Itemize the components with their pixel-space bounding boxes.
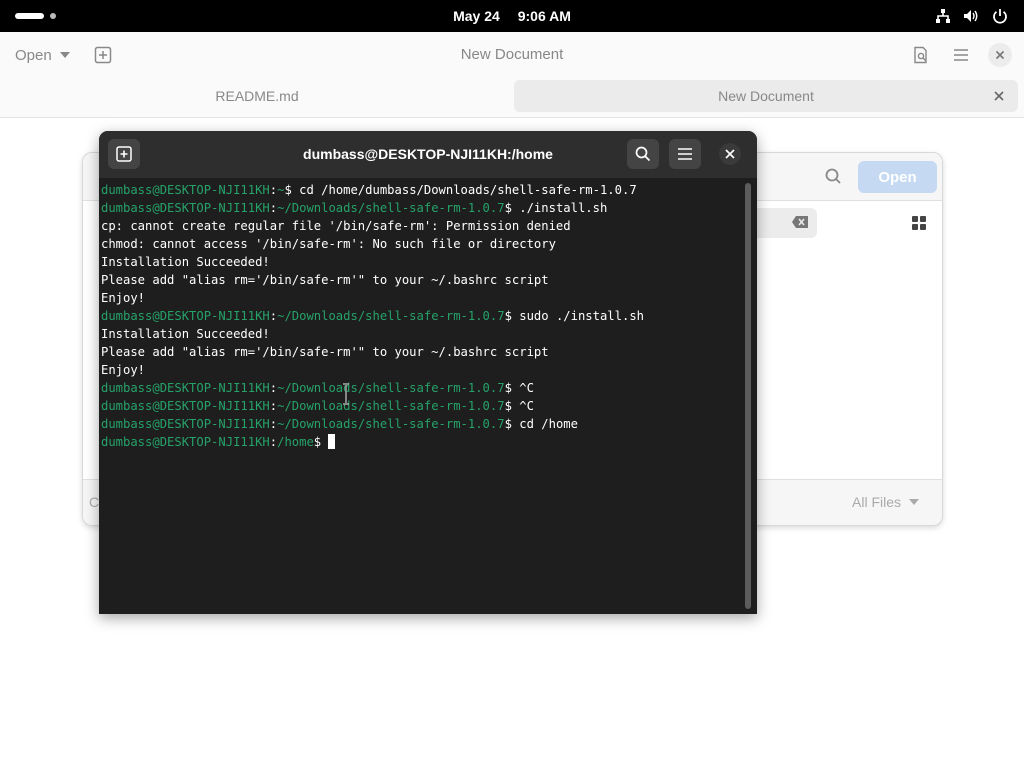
- document-title: New Document: [460, 46, 564, 63]
- search-icon[interactable]: [819, 163, 849, 191]
- prompt-user: dumbass@DESKTOP-NJI11KH: [101, 435, 270, 449]
- terminal-menu-button[interactable]: [669, 139, 701, 169]
- prompt-path: /home: [277, 435, 314, 449]
- encoding-label: C: [89, 494, 100, 510]
- editor-header-bar: Open New Document: [0, 32, 1024, 78]
- prompt-path: ~/Downloads/shell-safe-rm-1.0.7: [277, 309, 505, 323]
- command-text: $ ^C: [504, 381, 534, 395]
- terminal-line: Please add "alias rm='/bin/safe-rm'" to …: [101, 271, 741, 289]
- top-bar: May 24 9:06 AM: [0, 0, 1024, 32]
- text-cursor-ibeam-icon: [343, 383, 349, 405]
- terminal-output[interactable]: dumbass@DESKTOP-NJI11KH:~$ cd /home/dumb…: [101, 181, 741, 611]
- terminal-line: dumbass@DESKTOP-NJI11KH:~$ cd /home/dumb…: [101, 181, 741, 199]
- search-icon: [635, 146, 651, 162]
- hamburger-menu-icon[interactable]: [952, 46, 970, 64]
- network-icon[interactable]: [935, 8, 951, 24]
- close-icon[interactable]: [992, 89, 1006, 103]
- output-text: chmod: cannot access '/bin/safe-rm': No …: [101, 237, 556, 251]
- terminal-line: dumbass@DESKTOP-NJI11KH:~/Downloads/shel…: [101, 379, 741, 397]
- tab-label: README.md: [215, 88, 299, 104]
- prompt-user: dumbass@DESKTOP-NJI11KH: [101, 417, 270, 431]
- command-text: $ ^C: [504, 399, 534, 413]
- terminal-line: Enjoy!: [101, 361, 741, 379]
- document-search-icon[interactable]: [912, 46, 930, 64]
- prompt-separator: :: [269, 381, 278, 395]
- close-icon: [725, 149, 735, 159]
- prompt-separator: :: [269, 201, 278, 215]
- time-label: 9:06 AM: [517, 8, 571, 24]
- terminal-header-bar: dumbass@DESKTOP-NJI11KH:/home: [99, 131, 757, 178]
- tab-new-document[interactable]: New Document: [514, 80, 1018, 112]
- command-text: $ ./install.sh: [504, 201, 608, 215]
- file-filter-dropdown[interactable]: All Files: [852, 494, 920, 510]
- window-close-button[interactable]: [988, 43, 1012, 67]
- prompt-user: dumbass@DESKTOP-NJI11KH: [101, 201, 270, 215]
- power-icon[interactable]: [992, 8, 1008, 24]
- terminal-line: Please add "alias rm='/bin/safe-rm'" to …: [101, 343, 741, 361]
- tab-readme[interactable]: README.md: [0, 80, 514, 112]
- prompt-separator: :: [269, 183, 278, 197]
- prompt-path: ~/Downloads/shell-safe-rm-1.0.7: [277, 201, 505, 215]
- clear-entry-icon[interactable]: [791, 215, 809, 229]
- terminal-close-button[interactable]: [719, 143, 741, 165]
- terminal-line: Installation Succeeded!: [101, 253, 741, 271]
- terminal-line: dumbass@DESKTOP-NJI11KH:~/Downloads/shel…: [101, 199, 741, 217]
- command-text: $ sudo ./install.sh: [504, 309, 644, 323]
- terminal-line: dumbass@DESKTOP-NJI11KH:~/Downloads/shel…: [101, 307, 741, 325]
- prompt-user: dumbass@DESKTOP-NJI11KH: [101, 309, 270, 323]
- terminal-line: chmod: cannot access '/bin/safe-rm': No …: [101, 235, 741, 253]
- close-icon: [995, 50, 1005, 60]
- command-text: $: [313, 435, 329, 449]
- command-text: $ cd /home/dumbass/Downloads/shell-safe-…: [284, 183, 637, 197]
- output-text: Please add "alias rm='/bin/safe-rm'" to …: [101, 345, 549, 359]
- prompt-path: ~/Downloads/shell-safe-rm-1.0.7: [277, 417, 505, 431]
- tab-label: New Document: [718, 88, 814, 104]
- output-text: Installation Succeeded!: [101, 327, 270, 341]
- output-text: Enjoy!: [101, 363, 146, 377]
- terminal-scrollbar[interactable]: [745, 183, 751, 609]
- prompt-user: dumbass@DESKTOP-NJI11KH: [101, 183, 270, 197]
- prompt-path: ~/Downloads/shell-safe-rm-1.0.7: [277, 381, 505, 395]
- prompt-path: ~/Downloads/shell-safe-rm-1.0.7: [277, 399, 505, 413]
- prompt-separator: :: [269, 309, 278, 323]
- chevron-down-icon: [909, 499, 920, 505]
- output-text: Please add "alias rm='/bin/safe-rm'" to …: [101, 273, 549, 287]
- terminal-cursor: [328, 434, 336, 449]
- output-text: cp: cannot create regular file '/bin/saf…: [101, 219, 571, 233]
- hamburger-menu-icon: [678, 148, 692, 160]
- filter-label: All Files: [852, 494, 902, 510]
- terminal-line: dumbass@DESKTOP-NJI11KH:~/Downloads/shel…: [101, 415, 741, 433]
- prompt-user: dumbass@DESKTOP-NJI11KH: [101, 399, 270, 413]
- terminal-window: dumbass@DESKTOP-NJI11KH:/home dumbass@DE…: [99, 131, 757, 614]
- command-text: $ cd /home: [504, 417, 578, 431]
- terminal-line: Enjoy!: [101, 289, 741, 307]
- chooser-open-button[interactable]: Open: [858, 161, 937, 193]
- terminal-line: dumbass@DESKTOP-NJI11KH:/home$: [101, 433, 741, 451]
- terminal-line: cp: cannot create regular file '/bin/saf…: [101, 217, 741, 235]
- prompt-separator: :: [269, 417, 278, 431]
- date-label: May 24: [453, 8, 500, 24]
- terminal-line: dumbass@DESKTOP-NJI11KH:~/Downloads/shel…: [101, 397, 741, 415]
- volume-icon[interactable]: [963, 8, 979, 24]
- output-text: Installation Succeeded!: [101, 255, 270, 269]
- prompt-separator: :: [269, 435, 278, 449]
- terminal-search-button[interactable]: [627, 139, 659, 169]
- terminal-line: Installation Succeeded!: [101, 325, 741, 343]
- grid-view-icon[interactable]: [911, 215, 927, 231]
- prompt-separator: :: [269, 399, 278, 413]
- output-text: Enjoy!: [101, 291, 146, 305]
- tab-bar: README.md New Document: [0, 78, 1024, 118]
- clock[interactable]: May 24 9:06 AM: [0, 8, 1024, 24]
- prompt-user: dumbass@DESKTOP-NJI11KH: [101, 381, 270, 395]
